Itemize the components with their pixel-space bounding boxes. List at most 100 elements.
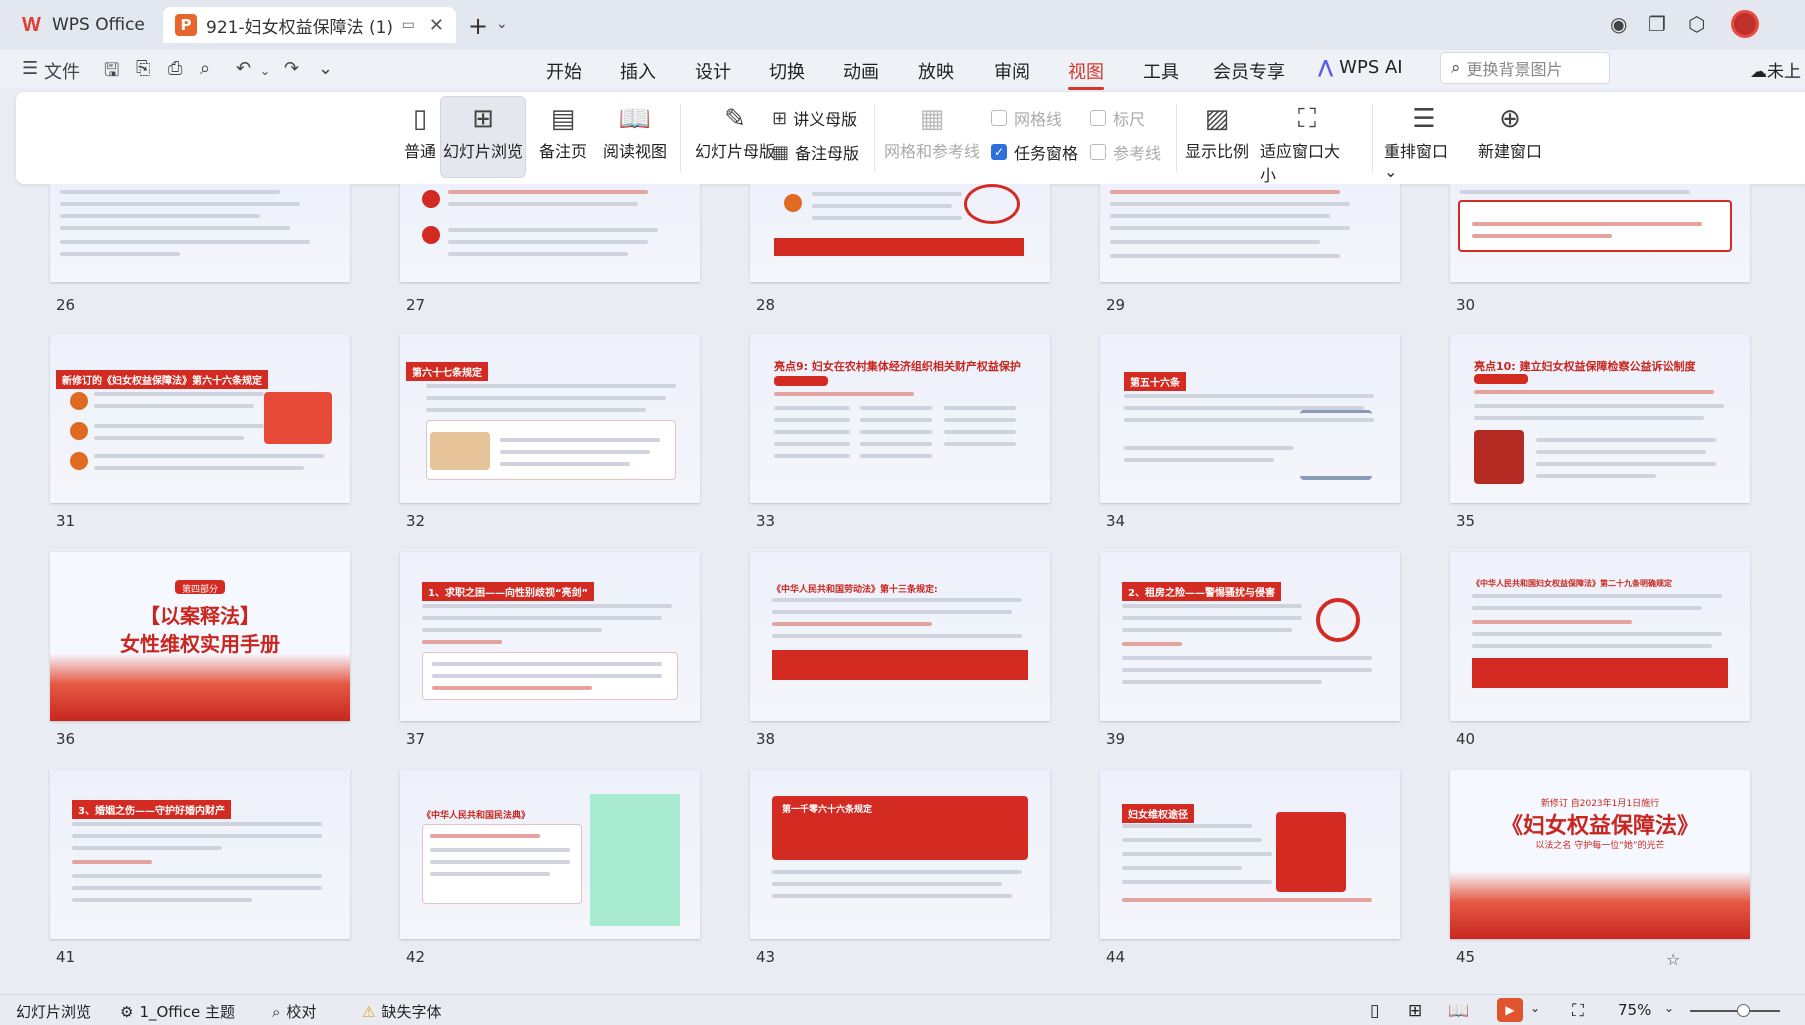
slide-thumbnail-42[interactable]: 《中华人民共和国民法典》	[400, 770, 700, 939]
redo-icon[interactable]: ↷	[284, 58, 299, 79]
notes-master-button[interactable]: ▦ 备注母版	[772, 140, 859, 164]
menu-tab-design[interactable]: 设计	[695, 58, 731, 84]
slide-thumbnail-38[interactable]: 《中华人民共和国劳动法》第十三条规定:	[750, 552, 1050, 721]
menu-tab-membership[interactable]: 会员专享	[1213, 58, 1285, 84]
menu-tab-insert[interactable]: 插入	[620, 58, 656, 84]
menu-tab-view[interactable]: 视图	[1068, 58, 1104, 90]
notes-page-button[interactable]: ▤ 备注页	[531, 100, 595, 162]
new-window-button[interactable]: ⊕ 新建窗口	[1470, 100, 1550, 162]
slide-master-icon: ✎	[724, 104, 746, 134]
slide-thumbnail-32[interactable]: 第六十七条规定	[400, 334, 700, 503]
cloud-label: 未上	[1767, 62, 1801, 82]
hamburger-menu-icon[interactable]: ☰	[22, 58, 38, 79]
slide-thumbnail-29[interactable]	[1100, 184, 1400, 282]
slide-thumbnail-36[interactable]: 第四部分 【以案释法】 女性维权实用手册	[50, 552, 350, 721]
slide-thumbnail-28[interactable]	[750, 184, 1050, 282]
fit-window-status-icon[interactable]: ⛶	[1572, 1001, 1584, 1021]
menu-tab-home[interactable]: 开始	[546, 58, 582, 84]
zoom-slider-track[interactable]	[1690, 1010, 1780, 1012]
grid-guides-button[interactable]: ▦ 网格和参考线	[884, 100, 980, 162]
window-icon[interactable]: ❐	[1648, 12, 1666, 36]
slide-thumbnail-43[interactable]: 第一千零六十六条规定	[750, 770, 1050, 939]
status-theme[interactable]: ⚙ 1_Office 主题	[120, 1001, 235, 1022]
slide-number: 38	[756, 730, 776, 748]
ruler-checkbox[interactable]: 标尺	[1090, 106, 1145, 130]
slide-thumbnail-35[interactable]: 亮点10: 建立妇女权益保障检察公益诉讼制度	[1450, 334, 1750, 503]
tab-list-chevron-icon[interactable]: ⌄	[496, 16, 508, 32]
slide-thumbnail-31[interactable]: 新修订的《妇女权益保障法》第六十六条规定	[50, 334, 350, 503]
status-proofing[interactable]: ⌕ 校对	[272, 1001, 316, 1022]
zoom-button[interactable]: ▨ 显示比例	[1184, 100, 1250, 162]
arrange-windows-button[interactable]: ☰ 重排窗口 ⌄	[1384, 100, 1464, 181]
normal-view-status-icon[interactable]: ▯	[1370, 1001, 1379, 1021]
tab-document[interactable]: P 921-妇女权益保障法 (1).ppt ▭ ✕	[163, 7, 456, 43]
slide-thumbnail-33[interactable]: 亮点9: 妇女在农村集体经济组织相关财产权益保护	[750, 334, 1050, 503]
slide-thumbnail-44[interactable]: 妇女维权途径	[1100, 770, 1400, 939]
cube-icon[interactable]: ⬡	[1688, 12, 1705, 36]
slide-thumbnail-41[interactable]: 3、婚姻之伤——守护好婚内财产	[50, 770, 350, 939]
ruler-check	[1090, 110, 1106, 126]
wps-ai-button[interactable]: ⋀ WPS AI	[1318, 57, 1403, 78]
more-chevron-icon[interactable]: ⌄	[318, 58, 333, 79]
reading-view-status-icon[interactable]: 📖	[1448, 1001, 1469, 1021]
menu-tab-review[interactable]: 审阅	[994, 58, 1030, 84]
print-preview-icon[interactable]: ⌕	[200, 58, 210, 79]
share-icon[interactable]: ⎘	[136, 58, 150, 79]
user-avatar[interactable]	[1731, 10, 1759, 38]
slide-title: 3、婚姻之伤——守护好婚内财产	[72, 800, 231, 819]
slide-thumbnail-45[interactable]: 新修订 自2023年1月1日施行 《妇女权益保障法》 以法之名 守护每一位“她”…	[1450, 770, 1750, 939]
zoom-slider-handle[interactable]	[1737, 1004, 1750, 1017]
tab-document-label: 921-妇女权益保障法 (1).ppt	[206, 17, 394, 38]
slide-sorter-grid: 26 27 28 29 30 新修订的《妇女权益保障法》第六十六条规定 第六十七…	[0, 184, 1805, 994]
search-icon: ⌕	[1451, 58, 1461, 78]
reading-view-button[interactable]: 📖 阅读视图	[597, 100, 673, 162]
slide-title: 1、求职之困——向性别歧视“亮剑”	[422, 582, 595, 601]
copilot-icon[interactable]: ◉	[1610, 12, 1627, 36]
print-icon[interactable]: ⎙	[168, 58, 182, 79]
slideshow-play-button[interactable]: ▶	[1497, 998, 1523, 1022]
proofing-icon: ⌕	[272, 1002, 281, 1021]
task-pane-checkbox[interactable]: ✓ 任务窗格	[991, 140, 1078, 164]
undo-icon[interactable]: ↶	[236, 58, 251, 79]
slide-sorter-status-icon[interactable]: ⊞	[1408, 1001, 1422, 1021]
slideshow-dropdown-icon[interactable]: ⌄	[1530, 1001, 1540, 1015]
gridlines-check	[991, 110, 1007, 126]
new-tab-plus-icon[interactable]: +	[468, 12, 488, 40]
menu-tab-animation[interactable]: 动画	[843, 58, 879, 84]
slide-thumbnail-39[interactable]: 2、租房之险——警惕骚扰与侵害	[1100, 552, 1400, 721]
slide-number: 42	[406, 948, 426, 966]
normal-view-label: 普通	[403, 142, 436, 161]
slide-thumbnail-26[interactable]	[50, 184, 350, 282]
file-menu[interactable]: 文件	[44, 58, 80, 84]
slide-thumbnail-37[interactable]: 1、求职之困——向性别歧视“亮剑”	[400, 552, 700, 721]
undo-dropdown-icon[interactable]: ⌄	[260, 64, 270, 78]
handout-master-button[interactable]: ⊞ 讲义母版	[772, 106, 857, 130]
handout-master-label: 讲义母版	[793, 110, 858, 129]
menu-tab-transition[interactable]: 切换	[769, 58, 805, 84]
close-tab-icon[interactable]: ✕	[429, 15, 444, 36]
slide-master-button[interactable]: ✎ 幻灯片母版	[690, 100, 780, 162]
favorite-star-icon[interactable]: ☆	[1666, 950, 1680, 969]
save-icon[interactable]: 🖫	[104, 58, 119, 88]
slide-sorter-button[interactable]: ⊞ 幻灯片浏览	[440, 96, 526, 178]
slide-thumbnail-40[interactable]: 《中华人民共和国妇女权益保障法》第二十九条明确规定	[1450, 552, 1750, 721]
slide-thumbnail-27[interactable]	[400, 184, 700, 282]
guides-checkbox[interactable]: 参考线	[1090, 140, 1161, 164]
slide-thumbnail-30[interactable]	[1450, 184, 1750, 282]
ribbon-view: ▯ 普通 ⊞ 幻灯片浏览 ▤ 备注页 📖 阅读视图 ✎ 幻灯片母版 ⊞ 讲义母版 …	[16, 92, 1805, 186]
gridlines-checkbox[interactable]: 网格线	[991, 106, 1062, 130]
zoom-level[interactable]: 75%	[1618, 1001, 1651, 1019]
tab-wps-office[interactable]: W WPS Office	[10, 7, 160, 43]
fit-window-button[interactable]: ⛶ 适应窗口大小	[1260, 100, 1354, 186]
status-missing-font[interactable]: ⚠ 缺失字体	[362, 1001, 441, 1022]
arrange-windows-label: 重排窗口 ⌄	[1384, 142, 1449, 181]
search-input[interactable]: ⌕ 更换背景图片	[1440, 52, 1610, 84]
zoom-dropdown-icon[interactable]: ⌄	[1664, 1001, 1674, 1015]
new-window-icon: ⊕	[1499, 104, 1521, 134]
monitor-icon[interactable]: ▭	[402, 17, 415, 33]
menu-tab-tools[interactable]: 工具	[1143, 58, 1179, 84]
cloud-status[interactable]: ☁未上	[1750, 57, 1801, 82]
menu-tab-slideshow[interactable]: 放映	[918, 58, 954, 84]
new-window-label: 新建窗口	[1477, 142, 1542, 161]
slide-thumbnail-34[interactable]: 第五十六条	[1100, 334, 1400, 503]
